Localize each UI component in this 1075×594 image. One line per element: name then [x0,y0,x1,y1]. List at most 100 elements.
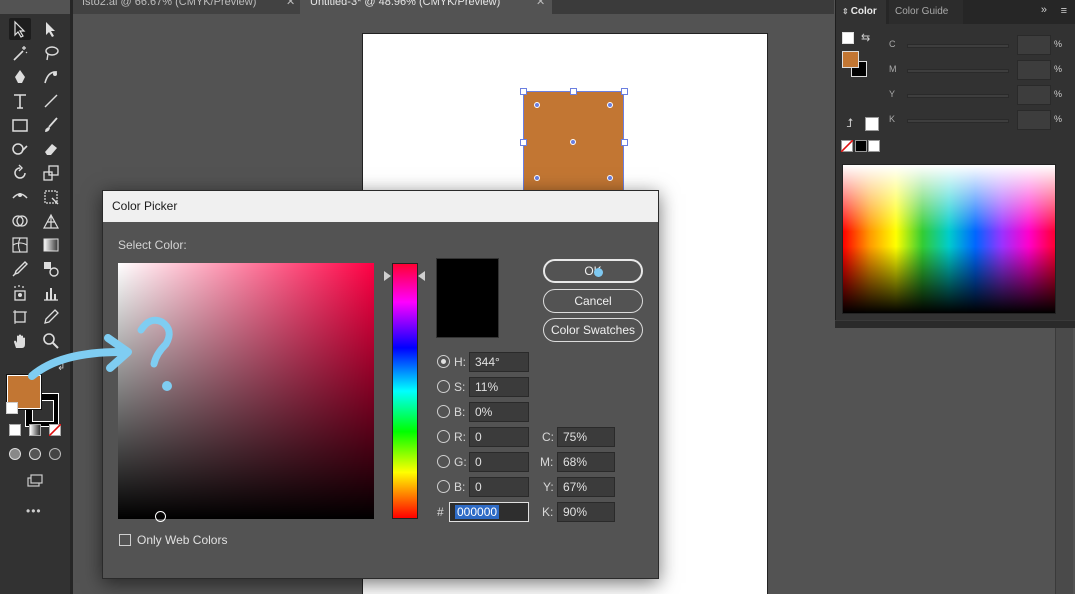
panel-resize-grip[interactable] [835,320,1075,328]
default-fill-stroke-icon[interactable] [6,402,18,414]
cancel-button[interactable]: Cancel [543,289,643,313]
black-input[interactable] [1017,110,1051,130]
hand-tool-icon[interactable] [9,330,31,352]
corner-widget[interactable] [534,175,540,181]
eyedropper-tool-icon[interactable] [9,258,31,280]
color-swatches-button[interactable]: Color Swatches [543,318,643,342]
line-segment-tool-icon[interactable] [40,90,62,112]
none-mode-icon[interactable] [49,424,61,436]
type-tool-icon[interactable] [9,90,31,112]
bounding-handle[interactable] [621,88,628,95]
saturation-input[interactable]: 11% [469,377,529,397]
tab-untitled-3[interactable]: Untitled-3* @ 48.96% (CMYK/Preview) ✕ [300,0,552,14]
rectangle-tool-icon[interactable] [9,114,31,136]
hue-input[interactable]: 344° [469,352,529,372]
magenta-dlg-input[interactable]: 68% [557,452,615,472]
draw-normal-icon[interactable] [9,448,21,460]
saturation-radio[interactable] [437,380,450,393]
direct-selection-tool-icon[interactable] [40,18,62,40]
hue-slider[interactable] [392,263,418,519]
tab-color-guide[interactable]: Color Guide [889,0,963,24]
width-tool-icon[interactable] [9,186,31,208]
only-web-colors-checkbox[interactable] [119,534,131,546]
draw-behind-icon[interactable] [29,448,41,460]
pen-tool-icon[interactable] [9,66,31,88]
scale-tool-icon[interactable] [40,162,62,184]
bounding-handle[interactable] [520,88,527,95]
bounding-handle[interactable] [570,88,577,95]
fill-swatch-small[interactable] [842,51,859,68]
last-color-swatch[interactable] [865,117,879,131]
bounding-handle[interactable] [621,139,628,146]
panel-menu-icon[interactable]: ≡ [1061,5,1067,17]
color-spectrum[interactable] [842,164,1056,314]
tab-isto2[interactable]: Isto2.ai @ 66.67% (CMYK/Preview) ✕ [72,0,300,14]
edit-toolbar-icon[interactable]: ••• [26,504,42,518]
symbol-sprayer-tool-icon[interactable] [9,282,31,304]
default-colors-icon[interactable] [842,32,854,44]
collapse-icon[interactable]: » [1041,4,1047,16]
corner-widget[interactable] [607,102,613,108]
black-dlg-input[interactable]: 90% [557,502,615,522]
magic-wand-tool-icon[interactable] [9,42,31,64]
corner-widget[interactable] [607,175,613,181]
artboard-tool-icon[interactable] [9,306,31,328]
magenta-input[interactable] [1017,60,1051,80]
close-icon[interactable]: ✕ [286,0,295,9]
color-cursor[interactable] [155,511,166,522]
close-icon[interactable]: ✕ [536,0,545,9]
curvature-tool-icon[interactable] [40,66,62,88]
cyan-input[interactable] [1017,35,1051,55]
out-of-gamut-icon[interactable]: ⮥ [846,116,853,131]
black-swatch[interactable] [855,140,867,152]
blue-radio[interactable] [437,480,450,493]
green-input[interactable]: 0 [469,452,529,472]
hex-input[interactable]: 000000 [449,502,529,522]
swap-colors-icon[interactable]: ⇆ [861,31,870,44]
magenta-slider[interactable] [907,69,1009,73]
color-mode-icon[interactable] [9,424,21,436]
free-transform-tool-icon[interactable] [40,186,62,208]
bounding-handle[interactable] [520,139,527,146]
hue-slider-arrow-left[interactable] [384,271,391,281]
red-radio[interactable] [437,430,450,443]
shape-builder-tool-icon[interactable] [9,210,31,232]
yellow-input[interactable] [1017,85,1051,105]
black-slider[interactable] [907,119,1009,123]
lasso-tool-icon[interactable] [40,42,62,64]
paintbrush-tool-icon[interactable] [40,114,62,136]
white-swatch[interactable] [868,140,880,152]
hue-slider-arrow-right[interactable] [418,271,425,281]
brightness-radio[interactable] [437,405,450,418]
eraser-tool-icon[interactable] [40,138,62,160]
gradient-tool-icon[interactable] [40,234,62,256]
saturation-brightness-field[interactable] [118,263,374,522]
vertical-scrollbar[interactable] [1055,328,1073,594]
none-swatch[interactable] [841,140,853,152]
mesh-tool-icon[interactable] [9,234,31,256]
cyan-slider[interactable] [907,44,1009,48]
tab-color[interactable]: ⇕ Color [836,0,886,24]
yellow-dlg-input[interactable]: 67% [557,477,615,497]
selection-tool-icon[interactable] [9,18,31,40]
ok-button[interactable]: OK [543,259,643,283]
yellow-slider[interactable] [907,94,1009,98]
green-radio[interactable] [437,455,450,468]
slice-tool-icon[interactable] [40,306,62,328]
column-graph-tool-icon[interactable] [40,282,62,304]
gradient-mode-icon[interactable] [29,424,41,436]
cyan-dlg-input[interactable]: 75% [557,427,615,447]
zoom-tool-icon[interactable] [40,330,62,352]
corner-widget[interactable] [534,102,540,108]
screen-mode-icon[interactable] [24,470,46,492]
blend-tool-icon[interactable] [40,258,62,280]
shaper-tool-icon[interactable] [9,138,31,160]
brightness-input[interactable]: 0% [469,402,529,422]
swap-fill-stroke-icon[interactable]: ↲ [57,362,69,374]
red-input[interactable]: 0 [469,427,529,447]
blue-input[interactable]: 0 [469,477,529,497]
draw-inside-icon[interactable] [49,448,61,460]
rotate-tool-icon[interactable] [9,162,31,184]
perspective-grid-tool-icon[interactable] [40,210,62,232]
hue-radio[interactable] [437,355,450,368]
